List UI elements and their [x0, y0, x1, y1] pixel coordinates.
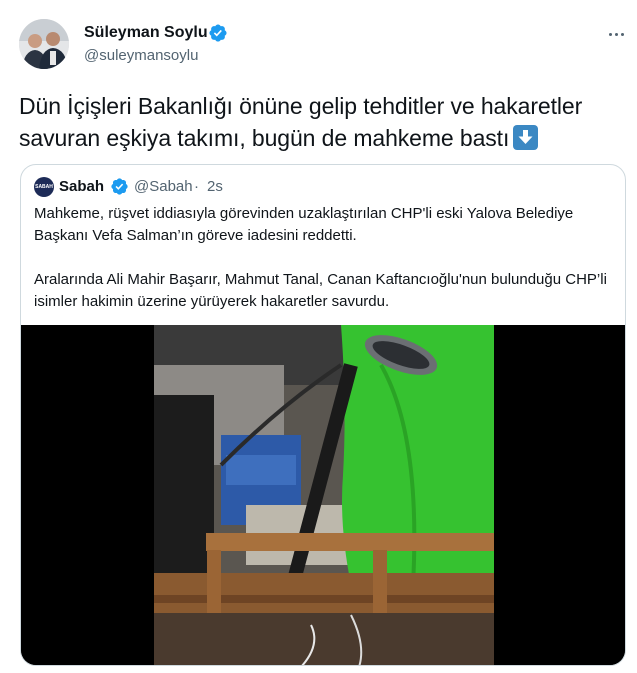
down-arrow-emoji-icon [513, 125, 539, 150]
quoted-text: Mahkeme, rüşvet iddiasıyla görevinden uz… [34, 203, 619, 313]
tweet-body: Dün İçişleri Bakanlığı önüne gelip tehdi… [19, 93, 583, 151]
quoted-paragraph: Aralarında Ali Mahir Başarır, Mahmut Tan… [34, 271, 607, 310]
quoted-author-handle[interactable]: @Sabah [134, 178, 193, 195]
quoted-video[interactable] [21, 325, 625, 665]
tweet: Süleyman Soylu @suleymansoylu Dün İçişle… [0, 0, 637, 673]
author-name[interactable]: Süleyman Soylu [84, 24, 208, 42]
more-horizontal-icon [608, 32, 612, 36]
author-avatar[interactable] [19, 19, 69, 69]
quoted-timestamp[interactable]: 2s [207, 178, 223, 195]
tweet-text: Dün İçişleri Bakanlığı önüne gelip tehdi… [19, 90, 629, 154]
quoted-paragraph: Mahkeme, rüşvet iddiasıyla görevinden uz… [34, 205, 574, 244]
quoted-author-name[interactable]: Sabah [59, 178, 104, 195]
verified-badge-icon [110, 177, 129, 196]
more-options-button[interactable] [603, 24, 629, 44]
quoted-avatar[interactable]: SABAH [34, 177, 54, 197]
verified-badge-icon [208, 23, 228, 43]
quoted-tweet[interactable]: SABAH Sabah @Sabah · 2s Mahkeme, rüşvet … [20, 164, 626, 666]
author-handle[interactable]: @suleymansoylu [84, 47, 198, 64]
separator: · [194, 178, 199, 195]
